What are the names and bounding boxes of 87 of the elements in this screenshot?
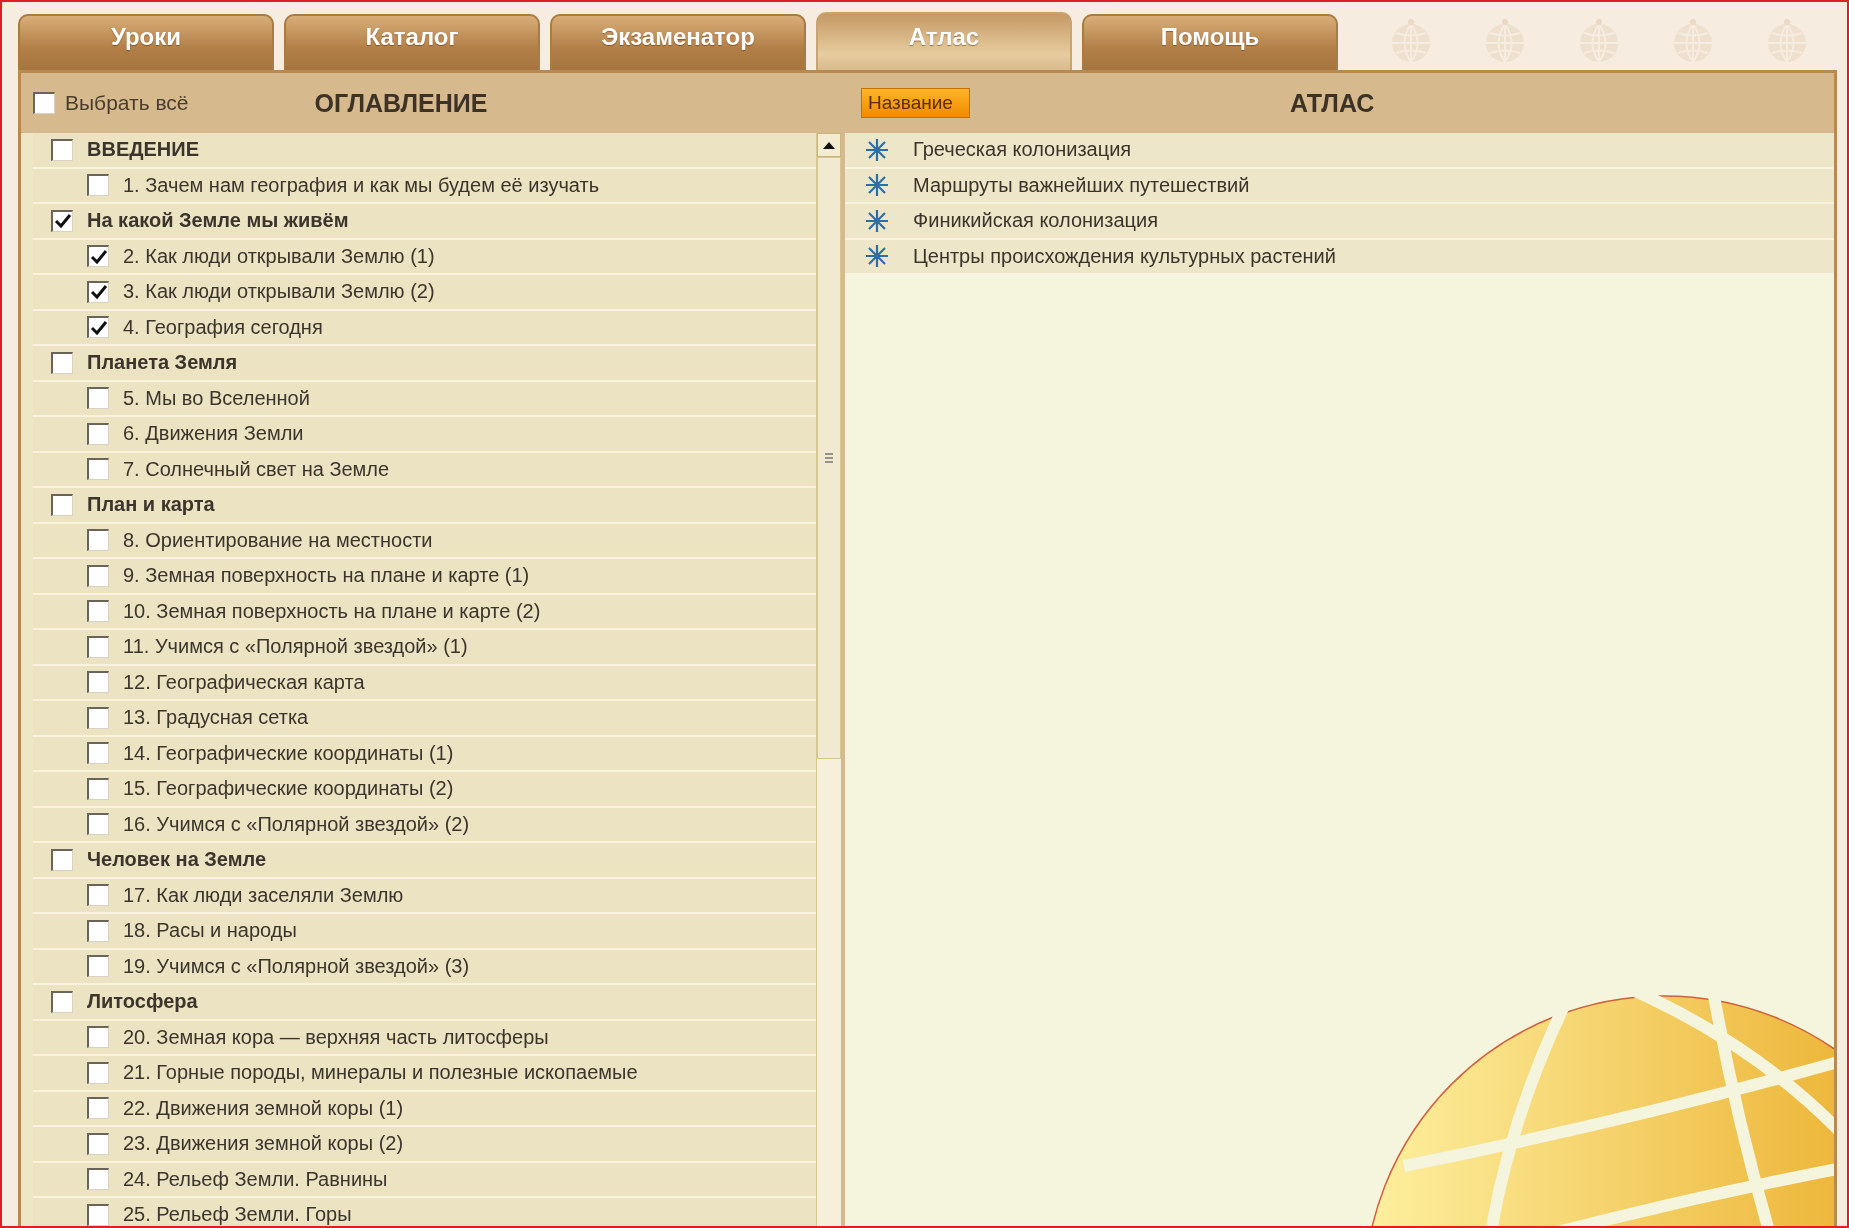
- checkbox[interactable]: [87, 919, 109, 942]
- checkbox[interactable]: [87, 777, 109, 800]
- lesson-title: 1. Зачем нам география и как мы будем её изучать: [123, 173, 600, 197]
- checkbox[interactable]: [51, 848, 73, 871]
- lesson-title: 19. Учимся с «Полярной звездой» (3): [123, 954, 470, 978]
- checkbox[interactable]: [87, 1097, 109, 1120]
- checkbox[interactable]: [51, 138, 73, 161]
- lesson-title: 7. Солнечный свет на Земле: [123, 457, 390, 481]
- lesson-title: 23. Движения земной коры (2): [123, 1132, 404, 1156]
- atlas-item[interactable]: Финикийская колонизация: [845, 204, 1834, 240]
- star-icon: [865, 173, 889, 198]
- checkbox[interactable]: [87, 422, 109, 445]
- tab[interactable]: Уроки: [18, 14, 274, 70]
- checkbox[interactable]: [87, 529, 109, 552]
- checkbox[interactable]: [87, 742, 109, 765]
- section-title: На какой Земле мы живём: [87, 209, 349, 233]
- lesson-title: 10. Земная поверхность на плане и карте (2): [123, 599, 541, 623]
- checkbox[interactable]: [87, 600, 109, 623]
- lesson-title: 21. Горные породы, минералы и полезные ископаемые: [123, 1061, 638, 1085]
- scrollbar-thumb[interactable]: [817, 157, 841, 759]
- checkbox[interactable]: [87, 1203, 109, 1226]
- checkbox[interactable]: [51, 990, 73, 1013]
- checkbox[interactable]: [87, 884, 109, 907]
- lesson-title: 4. География сегодня: [123, 315, 323, 339]
- section-title: Литосфера: [87, 990, 198, 1014]
- lesson-title: 20. Земная кора — верхняя часть литосферы: [123, 1025, 549, 1049]
- checkbox[interactable]: [87, 1132, 109, 1155]
- section-title: Планета Земля: [87, 351, 238, 375]
- star-icon: [865, 244, 889, 269]
- scroll-up-button[interactable]: [817, 133, 841, 157]
- lesson-title: 22. Движения земной коры (1): [123, 1096, 404, 1120]
- sort-button[interactable]: Название: [861, 88, 970, 118]
- checkbox[interactable]: [87, 564, 109, 587]
- section-title: ВВЕДЕНИЕ: [87, 138, 199, 162]
- checkbox[interactable]: [87, 813, 109, 836]
- checkbox[interactable]: [33, 92, 55, 114]
- lesson-title: 14. Географические координаты (1): [123, 741, 454, 765]
- checkmark-icon: [89, 319, 108, 336]
- tab[interactable]: Помощь: [1082, 14, 1338, 70]
- section-title: Человек на Земле: [87, 848, 267, 872]
- checkbox[interactable]: [51, 493, 73, 516]
- tab[interactable]: Каталог: [284, 14, 540, 70]
- checkbox[interactable]: [51, 209, 73, 232]
- checkbox[interactable]: [87, 1061, 109, 1084]
- lesson-title: 15. Географические координаты (2): [123, 777, 454, 801]
- select-all-label: Выбрать всё: [65, 91, 189, 115]
- lesson-title: 12. Географическая карта: [123, 670, 365, 694]
- lesson-title: 2. Как люди открывали Землю (1): [123, 244, 435, 268]
- checkbox[interactable]: [87, 387, 109, 410]
- lesson-title: 18. Расы и народы: [123, 919, 297, 943]
- checkbox[interactable]: [87, 1168, 109, 1191]
- checkbox[interactable]: [87, 635, 109, 658]
- lesson-title: 5. Мы во Вселенной: [123, 386, 310, 410]
- up-arrow-icon: [823, 141, 835, 149]
- lesson-title: 16. Учимся с «Полярной звездой» (2): [123, 812, 470, 836]
- checkbox[interactable]: [87, 280, 109, 303]
- lesson-title: 17. Как люди заселяли Землю: [123, 883, 404, 907]
- checkmark-icon: [89, 284, 108, 301]
- section-title: План и карта: [87, 493, 215, 517]
- contents-title: ОГЛАВЛЕНИЕ: [314, 88, 488, 118]
- tab[interactable]: Экзаменатор: [550, 14, 806, 70]
- checkbox[interactable]: [87, 174, 109, 197]
- checkbox[interactable]: [87, 1026, 109, 1049]
- star-icon: [865, 208, 889, 233]
- atlas-item[interactable]: Маршруты важнейших путешествий: [845, 168, 1834, 204]
- star-icon: [865, 137, 889, 162]
- lesson-title: 24. Рельеф Земли. Равнины: [123, 1167, 388, 1191]
- lesson-title: 25. Рельеф Земли. Горы: [123, 1203, 352, 1226]
- lesson-title: 6. Движения Земли: [123, 422, 304, 446]
- lesson-title: 11. Учимся с «Полярной звездой» (1): [123, 635, 468, 659]
- checkmark-icon: [53, 213, 72, 230]
- checkbox[interactable]: [87, 245, 109, 268]
- checkbox[interactable]: [87, 458, 109, 481]
- atlas-item[interactable]: Центры происхождения культурных растений: [845, 239, 1834, 275]
- lesson-title: 3. Как люди открывали Землю (2): [123, 280, 435, 304]
- atlas-item[interactable]: Греческая колонизация: [845, 133, 1834, 169]
- checkbox[interactable]: [51, 351, 73, 374]
- checkbox[interactable]: [87, 316, 109, 339]
- checkbox[interactable]: [87, 706, 109, 729]
- atlas-title: АТЛАС: [1289, 88, 1375, 118]
- grip-icon: [824, 452, 834, 464]
- lesson-title: 8. Ориентирование на местности: [123, 528, 433, 552]
- lesson-title: 9. Земная поверхность на плане и карте (1): [123, 564, 530, 588]
- checkmark-icon: [89, 248, 108, 265]
- checkbox[interactable]: [87, 671, 109, 694]
- checkbox[interactable]: [87, 955, 109, 978]
- lesson-title: 13. Градусная сетка: [123, 706, 309, 730]
